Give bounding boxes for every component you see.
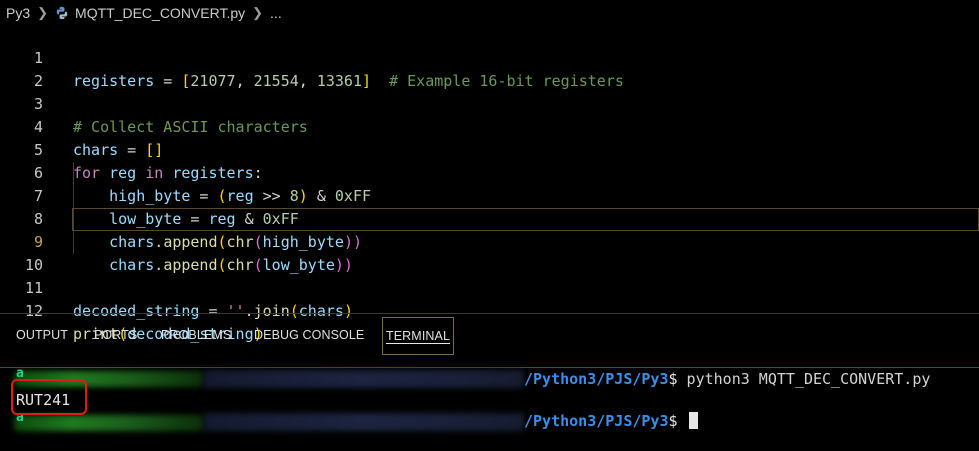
code-line[interactable]: 5 for reg in registers: bbox=[0, 116, 979, 182]
breadcrumb-file[interactable]: MQTT_DEC_CONVERT.py bbox=[75, 5, 245, 21]
terminal-command: python3 MQTT_DEC_CONVERT.py bbox=[677, 370, 931, 388]
chevron-right-icon: ❯ bbox=[252, 5, 264, 20]
code-line[interactable]: 9 chars.append(chr(low_byte)) bbox=[0, 208, 979, 274]
tab-debug-console[interactable]: DEBUG CONSOLE bbox=[254, 317, 364, 353]
prompt-path: /Python3/PJS/Py3 bbox=[524, 412, 669, 430]
code-line[interactable]: 11 decoded_string = ''.join(chars) bbox=[0, 254, 979, 320]
code-line[interactable]: 3 # Collect ASCII characters bbox=[0, 70, 979, 136]
code-line[interactable]: 10 bbox=[0, 231, 979, 274]
code-line[interactable]: 8 chars.append(chr(high_byte)) bbox=[0, 185, 979, 251]
breadcrumb: Py3 ❯ MQTT_DEC_CONVERT.py ❯ ... bbox=[0, 0, 979, 26]
redacted-host bbox=[204, 413, 524, 431]
breadcrumb-folder[interactable]: Py3 bbox=[6, 5, 30, 21]
code-editor[interactable]: 1 registers = [21077, 21554, 13361] # Ex… bbox=[0, 24, 979, 343]
output-highlight-box bbox=[11, 379, 87, 415]
chevron-right-icon: ❯ bbox=[37, 5, 49, 20]
code-line[interactable]: 1 registers = [21077, 21554, 13361] # Ex… bbox=[0, 24, 979, 90]
panel-divider bbox=[0, 313, 979, 314]
code-line[interactable]: 2 bbox=[0, 47, 979, 90]
terminal-cursor bbox=[688, 412, 698, 429]
code-line[interactable]: 7 low_byte = reg & 0xFF bbox=[0, 162, 979, 228]
tab-problems[interactable]: PROBLEMS bbox=[161, 317, 231, 353]
panel-tabs: OUTPUT PORTS PROBLEMS DEBUG CONSOLE TERM… bbox=[0, 317, 979, 355]
python-icon bbox=[56, 6, 68, 20]
code-line[interactable]: 6 high_byte = (reg >> 8) & 0xFF bbox=[0, 139, 979, 205]
terminal-command-line: /Python3/PJS/Py3$ python3 MQTT_DEC_CONVE… bbox=[524, 368, 930, 390]
redacted-username bbox=[14, 415, 204, 431]
tab-output[interactable]: OUTPUT bbox=[16, 317, 68, 353]
redacted-host bbox=[204, 370, 524, 388]
code-line[interactable]: 4 chars = [] bbox=[0, 93, 979, 159]
breadcrumb-more[interactable]: ... bbox=[270, 5, 282, 21]
prompt-symbol: $ bbox=[668, 412, 678, 430]
tab-ports[interactable]: PORTS bbox=[94, 317, 137, 353]
tab-terminal[interactable]: TERMINAL bbox=[382, 317, 455, 355]
prompt-path: /Python3/PJS/Py3 bbox=[524, 370, 669, 388]
tab-terminal-label: TERMINAL bbox=[386, 329, 451, 344]
code-line[interactable]: 12 print(decoded_string) bbox=[0, 277, 979, 343]
prompt-symbol: $ bbox=[668, 370, 678, 388]
terminal-prompt-line[interactable]: /Python3/PJS/Py3$ bbox=[524, 410, 698, 432]
